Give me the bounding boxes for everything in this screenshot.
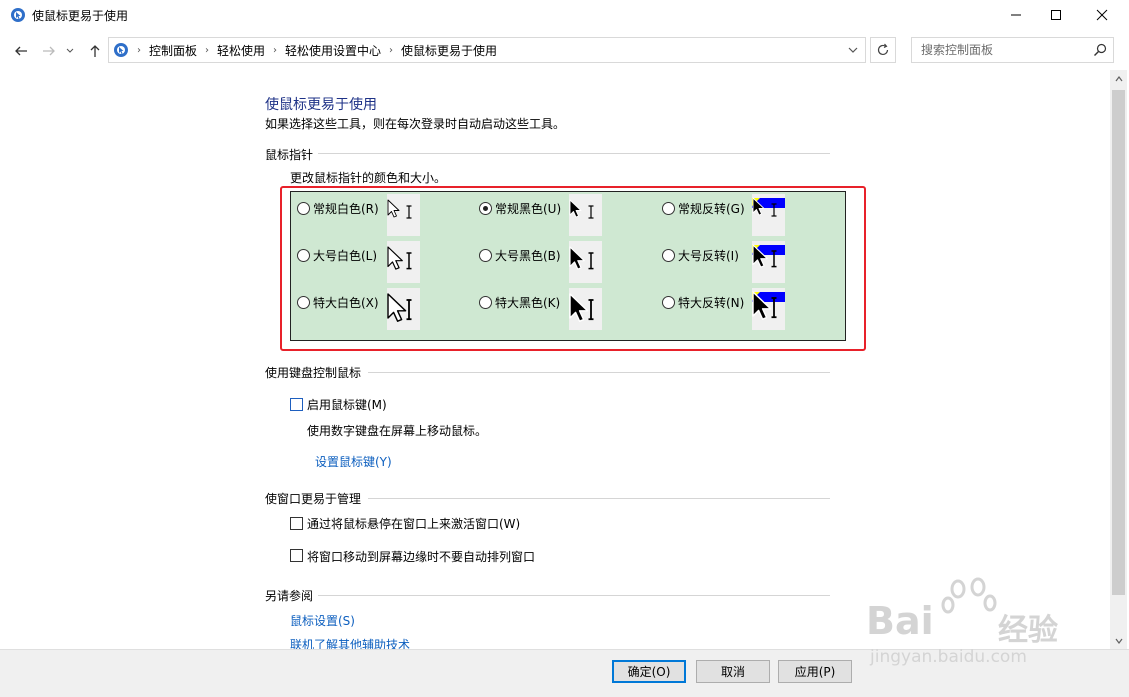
recent-locations-button[interactable] xyxy=(64,42,76,60)
section-title-windows: 使窗口更易于管理 xyxy=(265,492,362,506)
ok-button[interactable]: 确定(O) xyxy=(612,660,686,683)
search-box xyxy=(911,37,1114,63)
section-divider xyxy=(318,153,830,154)
control-panel-icon xyxy=(11,8,25,22)
refresh-button[interactable] xyxy=(870,37,896,63)
scrollbar-thumb[interactable] xyxy=(1112,90,1125,595)
title-bar: 使鼠标更易于使用 xyxy=(0,0,1129,32)
page-title: 使鼠标更易于使用 xyxy=(265,97,377,113)
section-divider xyxy=(368,372,830,373)
chevron-down-icon xyxy=(848,47,858,53)
mouse-keys-label[interactable]: 启用鼠标键(M) xyxy=(307,396,387,413)
scroll-up-button[interactable] xyxy=(1110,70,1127,87)
breadcrumb-ease-of-access[interactable]: 轻松使用 xyxy=(213,42,269,59)
hover-activate-checkbox[interactable] xyxy=(290,517,303,530)
breadcrumb-control-panel[interactable]: 控制面板 xyxy=(145,42,201,59)
breadcrumb-separator: › xyxy=(273,44,278,56)
page-description: 如果选择这些工具，则在每次登录时自动启动这些工具。 xyxy=(265,117,566,131)
setup-mouse-keys-link[interactable]: 设置鼠标键(Y) xyxy=(315,453,392,470)
section-divider xyxy=(318,595,830,596)
forward-button[interactable] xyxy=(40,42,58,60)
breadcrumb-separator: › xyxy=(137,44,141,56)
apply-button[interactable]: 应用(P) xyxy=(778,660,852,683)
chevron-down-icon xyxy=(1115,638,1122,644)
watermark-url: jingyan.baidu.com xyxy=(870,647,1027,667)
main-content: 使鼠标更易于使用 如果选择这些工具，则在每次登录时自动启动这些工具。 鼠标指针 … xyxy=(0,70,1110,649)
refresh-icon xyxy=(877,43,889,56)
mouse-keys-checkbox[interactable] xyxy=(290,398,303,411)
maximize-button[interactable] xyxy=(1033,0,1079,30)
arrow-left-icon xyxy=(15,46,27,56)
cancel-button[interactable]: 取消 xyxy=(696,660,770,683)
address-box[interactable]: › 控制面板 › 轻松使用 › 轻松使用设置中心 › 使鼠标更易于使用 xyxy=(108,37,866,63)
breadcrumb-current[interactable]: 使鼠标更易于使用 xyxy=(397,42,501,59)
back-button[interactable] xyxy=(12,42,30,60)
section-title-pointers: 鼠标指针 xyxy=(265,148,314,162)
section-title-see-also: 另请参阅 xyxy=(265,589,314,603)
window-title: 使鼠标更易于使用 xyxy=(32,9,129,23)
section-divider xyxy=(368,498,830,499)
online-assistive-tech-link[interactable]: 联机了解其他辅助技术 xyxy=(290,636,410,649)
hover-activate-label[interactable]: 通过将鼠标悬停在窗口上来激活窗口(W) xyxy=(307,515,520,532)
chevron-down-icon xyxy=(66,48,74,53)
address-dropdown-button[interactable] xyxy=(845,42,861,58)
breadcrumb-separator: › xyxy=(389,44,394,56)
prevent-arrange-label[interactable]: 将窗口移动到屏幕边缘时不要自动排列窗口 xyxy=(307,548,535,565)
watermark-brand: Bai xyxy=(866,599,934,643)
pointers-description: 更改鼠标指针的颜色和大小。 xyxy=(290,171,447,185)
search-input[interactable] xyxy=(912,38,1087,62)
arrow-up-icon xyxy=(90,45,100,57)
prevent-arrange-checkbox[interactable] xyxy=(290,549,303,562)
vertical-scrollbar[interactable] xyxy=(1110,70,1127,649)
up-button[interactable] xyxy=(86,42,104,60)
close-icon xyxy=(1096,9,1108,21)
scroll-down-button[interactable] xyxy=(1110,632,1127,649)
baidu-watermark: Bai 经验 jingyan.baidu.com xyxy=(862,575,1072,670)
maximize-icon xyxy=(1051,10,1061,20)
search-icon[interactable] xyxy=(1093,43,1107,57)
watermark-brand-cn: 经验 xyxy=(998,613,1058,648)
baidu-paw-logo xyxy=(941,577,997,614)
breadcrumb: › 控制面板 › 轻松使用 › 轻松使用设置中心 › 使鼠标更易于使用 xyxy=(109,38,501,62)
minimize-icon xyxy=(1011,14,1021,16)
breadcrumb-separator: › xyxy=(205,44,210,56)
control-panel-small-icon xyxy=(114,43,128,57)
arrow-right-icon xyxy=(43,46,55,56)
mouse-settings-link[interactable]: 鼠标设置(S) xyxy=(290,612,355,629)
mouse-keys-description: 使用数字键盘在屏幕上移动鼠标。 xyxy=(307,424,488,438)
highlight-box xyxy=(280,186,866,351)
section-title-keyboard: 使用键盘控制鼠标 xyxy=(265,366,362,380)
close-button[interactable] xyxy=(1079,0,1125,30)
chevron-up-icon xyxy=(1115,75,1122,81)
breadcrumb-ease-of-access-center[interactable]: 轻松使用设置中心 xyxy=(281,42,385,59)
